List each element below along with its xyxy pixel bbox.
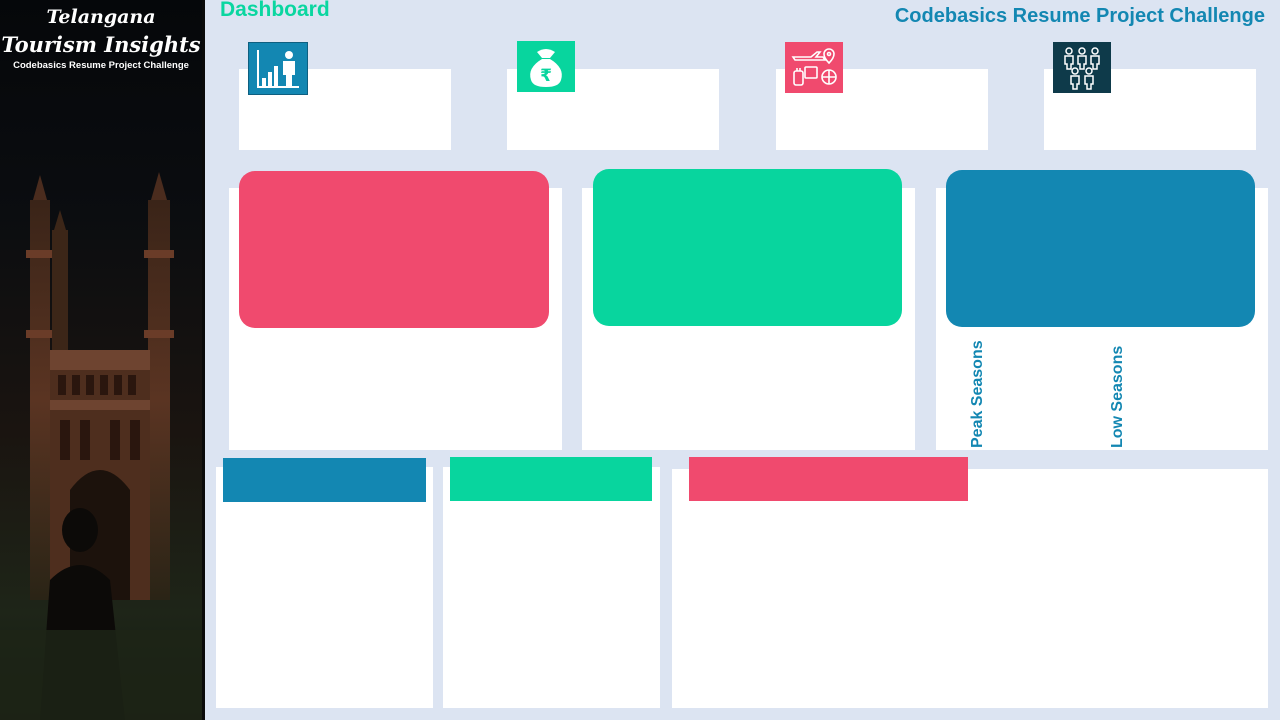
sidebar-title-line1: Telangana xyxy=(46,6,156,28)
panel-seasons-header xyxy=(946,170,1255,327)
bottom-panel-1-header xyxy=(223,458,426,502)
low-seasons-label: Low Seasons xyxy=(1109,345,1126,448)
bottom-panel-2 xyxy=(443,467,660,708)
panel-left-header xyxy=(239,171,549,328)
sidebar-divider xyxy=(202,0,205,720)
page-title: Dashboard xyxy=(220,0,330,21)
people-group-icon xyxy=(1053,42,1111,93)
travel-icon xyxy=(785,42,843,93)
peak-seasons-label: Peak Seasons xyxy=(969,340,986,448)
challenge-title: Codebasics Resume Project Challenge xyxy=(894,5,1265,27)
bottom-panel-1 xyxy=(216,467,433,708)
rupee-money-bag-icon: ₹ xyxy=(517,41,575,92)
sidebar-title-line2: Tourism Insights xyxy=(1,32,201,57)
sidebar: Telangana Tourism Insights Codebasics Re… xyxy=(0,0,202,720)
charminar-background-image xyxy=(0,172,202,720)
visitor-growth-icon xyxy=(248,42,308,95)
bottom-panel-3 xyxy=(672,469,1268,708)
svg-text:₹: ₹ xyxy=(540,66,552,86)
sidebar-subtitle: Codebasics Resume Project Challenge xyxy=(13,60,189,71)
panel-middle-header xyxy=(593,169,902,326)
bottom-panel-2-header xyxy=(450,457,652,501)
bottom-panel-3-header xyxy=(689,457,968,501)
